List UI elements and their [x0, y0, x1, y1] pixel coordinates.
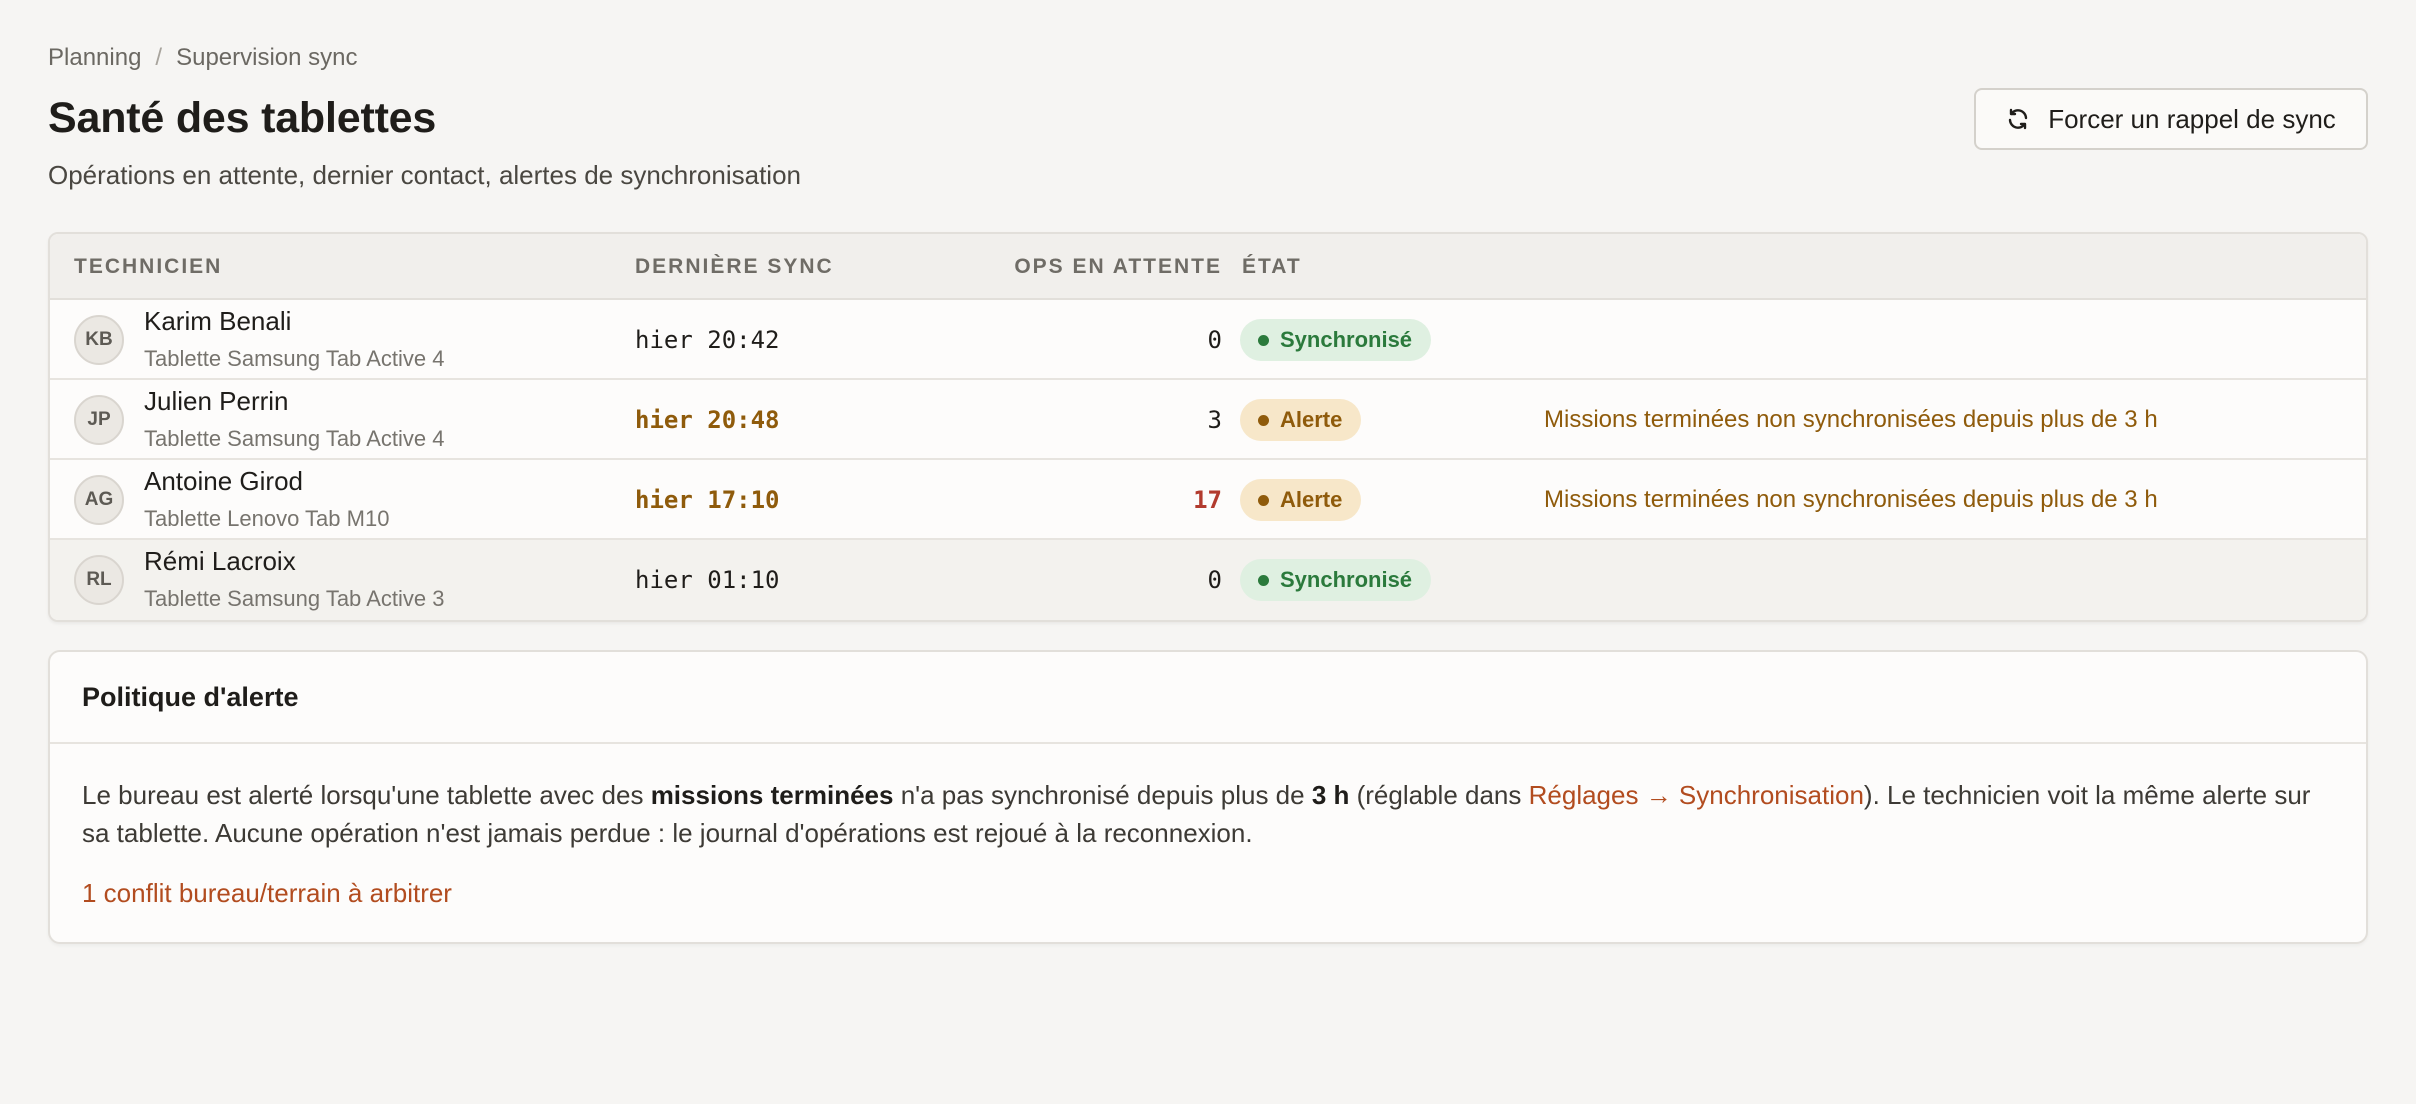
pending-ops-count: 0: [1207, 326, 1222, 354]
technician-name: Antoine Girod: [144, 466, 303, 496]
technician-name: Karim Benali: [144, 306, 292, 336]
column-header-derniere-sync[interactable]: Dernière sync: [635, 234, 834, 300]
technician-name: Julien Perrin: [144, 386, 289, 416]
breadcrumb-item-planning[interactable]: Planning: [48, 44, 141, 72]
policy-text-emphasis: 3 h: [1311, 780, 1350, 810]
status-badge-label: Alerte: [1280, 407, 1343, 432]
policy-text-part: n'a pas synchronisé depuis plus de: [893, 780, 1312, 810]
status-dot-icon: [1258, 574, 1269, 586]
tablets-table: Technicien Dernière sync Ops en attente …: [48, 232, 2368, 622]
alert-message: Missions terminées non synchronisées dep…: [1544, 486, 2158, 513]
avatar: KB: [74, 315, 124, 365]
last-sync-time: hier 17:10: [635, 486, 780, 514]
table-header: Technicien Dernière sync Ops en attente …: [50, 234, 2366, 300]
technician-name: Rémi Lacroix: [144, 546, 296, 576]
last-sync-time: hier 20:48: [635, 406, 780, 434]
technician-device: Tablette Lenovo Tab M10: [144, 506, 390, 531]
alert-policy-text: Le bureau est alerté lorsqu'une tablette…: [82, 776, 2322, 852]
policy-text-part: (réglable dans: [1349, 780, 1529, 810]
alert-message: Missions terminées non synchronisées dep…: [1544, 406, 2158, 433]
table-row[interactable]: JP Julien Perrin Tablette Samsung Tab Ac…: [50, 380, 2366, 460]
alert-policy-title: Politique d'alerte: [50, 652, 2366, 744]
avatar: AG: [74, 475, 124, 525]
status-dot-icon: [1258, 334, 1269, 346]
pending-ops-count: 17: [1193, 486, 1222, 514]
pending-ops-count: 3: [1207, 406, 1222, 434]
table-row[interactable]: AG Antoine Girod Tablette Lenovo Tab M10…: [50, 460, 2366, 540]
pending-ops-count: 0: [1207, 566, 1222, 594]
conflict-link[interactable]: 1 conflit bureau/terrain à arbitrer: [82, 878, 452, 909]
last-sync-time: hier 20:42: [635, 326, 780, 354]
table-row[interactable]: RL Rémi Lacroix Tablette Samsung Tab Act…: [50, 540, 2366, 620]
status-dot-icon: [1258, 494, 1269, 506]
status-badge: Synchronisé: [1240, 319, 1432, 361]
avatar: JP: [74, 395, 124, 445]
policy-text-emphasis: missions terminées: [650, 780, 894, 810]
status-badge: Alerte: [1240, 399, 1362, 441]
status-badge-label: Synchronisé: [1280, 327, 1413, 352]
status-badge: Alerte: [1240, 479, 1362, 521]
technician-device: Tablette Samsung Tab Active 4: [144, 426, 445, 451]
status-badge: Synchronisé: [1240, 559, 1432, 601]
sync-settings-link[interactable]: Réglages → Synchronisation: [1529, 780, 1864, 810]
breadcrumb: Planning / Supervision sync: [48, 44, 358, 72]
status-badge-label: Synchronisé: [1280, 567, 1413, 592]
technician-device: Tablette Samsung Tab Active 4: [144, 346, 445, 371]
column-header-ops-en-attente[interactable]: Ops en attente: [1014, 234, 1222, 300]
table-row[interactable]: KB Karim Benali Tablette Samsung Tab Act…: [50, 300, 2366, 380]
column-header-etat[interactable]: État: [1242, 234, 1302, 300]
force-sync-button-label: Forcer un rappel de sync: [2048, 103, 2336, 134]
breadcrumb-separator: /: [155, 44, 163, 71]
alert-policy-card: Politique d'alerte Le bureau est alerté …: [48, 650, 2368, 944]
page-subtitle: Opérations en attente, dernier contact, …: [48, 160, 801, 190]
column-header-technicien[interactable]: Technicien: [74, 234, 222, 300]
status-dot-icon: [1258, 414, 1269, 426]
page-title: Santé des tablettes: [48, 94, 437, 142]
avatar: RL: [74, 555, 124, 605]
force-sync-button[interactable]: Forcer un rappel de sync: [1974, 88, 2368, 150]
refresh-icon: [2009, 108, 2028, 130]
last-sync-time: hier 01:10: [635, 566, 780, 594]
breadcrumb-item-current: Supervision sync: [176, 44, 358, 71]
policy-text-part: Le bureau est alerté lorsqu'une tablette…: [82, 780, 651, 810]
status-badge-label: Alerte: [1280, 487, 1343, 512]
technician-device: Tablette Samsung Tab Active 3: [144, 586, 445, 611]
